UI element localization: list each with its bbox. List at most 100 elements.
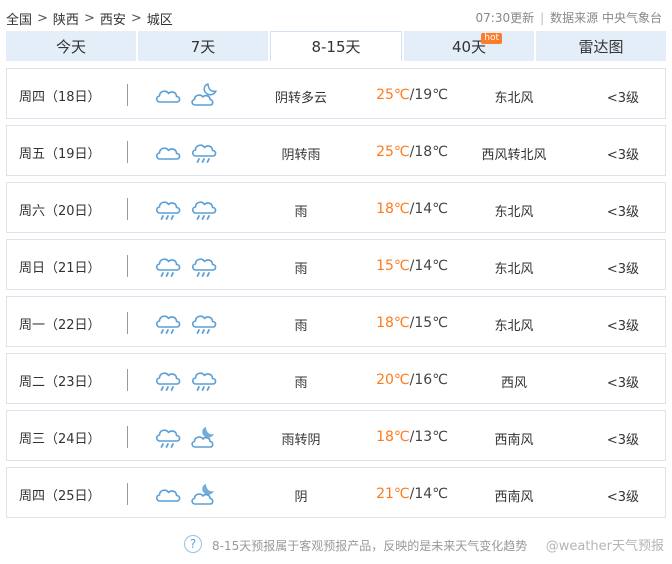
- forecast-day: 周四（25日）: [19, 489, 101, 504]
- weather-icons: [153, 309, 225, 337]
- temperature-range: 21℃/14℃: [357, 486, 467, 502]
- row-divider: [127, 312, 128, 334]
- temp-high: 25: [376, 87, 394, 103]
- weather-condition: 雨: [294, 205, 308, 220]
- rain-icon: [191, 372, 217, 391]
- forecast-note: 8-15天预报属于客观预报产品，反映的是未来天气变化趋势: [212, 539, 528, 553]
- temp-low: 14: [414, 486, 433, 502]
- breadcrumb-separator: >: [83, 11, 95, 26]
- temp-unit: ℃: [393, 429, 410, 445]
- forecast-day: 周六（20日）: [19, 204, 101, 219]
- tab-8-15-days[interactable]: 8-15天: [270, 31, 402, 61]
- temp-unit: ℃: [393, 486, 410, 502]
- top-bar: 全国 > 陕西 > 西安 > 城区 07:30更新 | 数据来源 中央气象台: [6, 6, 662, 29]
- temp-low: 16: [414, 372, 433, 388]
- row-divider: [127, 369, 128, 391]
- breadcrumb-separator: >: [130, 11, 142, 26]
- wind-direction: 东北风: [494, 91, 534, 106]
- cloudy-icon: [155, 147, 181, 160]
- rain-icon: [155, 372, 181, 391]
- temp-unit: ℃: [432, 144, 448, 160]
- temperature-range: 25℃/18℃: [357, 144, 467, 160]
- tab-40-days[interactable]: 40天 hot: [404, 31, 534, 61]
- temperature-range: 18℃/15℃: [357, 315, 467, 331]
- temp-high: 18: [376, 201, 394, 217]
- forecast-row: 周六（20日） 雨 18℃/14℃ 东北风 <3级: [6, 182, 666, 233]
- forecast-day: 周日（21日）: [19, 261, 101, 276]
- tab-7-days[interactable]: 7天: [138, 31, 268, 61]
- temp-low: 15: [414, 315, 433, 331]
- cloudy-icon: [155, 489, 181, 502]
- forecast-day: 周一（22日）: [19, 318, 101, 333]
- breadcrumb-item-province[interactable]: 陕西: [53, 9, 79, 28]
- breadcrumb-item-country[interactable]: 全国: [6, 9, 32, 28]
- weather-condition: 雨: [294, 262, 308, 277]
- source-divider: |: [540, 10, 545, 25]
- row-divider: [127, 426, 128, 448]
- tab-today[interactable]: 今天: [6, 31, 136, 61]
- rain-icon: [191, 144, 217, 163]
- forecast-tabs: 今天 7天 8-15天 40天 hot 雷达图: [6, 31, 666, 61]
- footer: ? 8-15天预报属于客观预报产品，反映的是未来天气变化趋势 @weather天…: [0, 534, 672, 556]
- breadcrumb-item-city[interactable]: 西安: [100, 9, 126, 28]
- temp-high: 15: [376, 258, 394, 274]
- wind-direction: 西风: [500, 376, 527, 391]
- question-icon[interactable]: ?: [184, 535, 202, 553]
- cloudy-icon: [155, 90, 181, 103]
- row-divider: [127, 141, 128, 163]
- temp-low: 13: [414, 429, 433, 445]
- breadcrumb-item-district: 城区: [146, 13, 173, 28]
- tab-radar[interactable]: 雷达图: [536, 31, 666, 61]
- wind-level: <3级: [606, 319, 639, 334]
- forecast-row: 周三（24日） 雨转阴 18℃/13℃ 西南风 <3级: [6, 410, 666, 461]
- breadcrumb: 全国 > 陕西 > 西安 > 城区: [6, 9, 173, 28]
- weather-condition: 阴转多云: [274, 91, 327, 106]
- temp-unit: ℃: [393, 315, 410, 331]
- rain-icon: [155, 201, 181, 220]
- wind-direction: 西风转北风: [481, 148, 547, 163]
- wind-level: <3级: [606, 262, 639, 277]
- rain-icon: [155, 429, 181, 448]
- wind-direction: 东北风: [494, 205, 534, 220]
- temp-unit: ℃: [432, 315, 448, 331]
- weather-icons: [153, 480, 225, 508]
- weather-condition: 雨转阴: [281, 433, 321, 448]
- wind-level: <3级: [606, 205, 639, 220]
- watermark: @weather天气预报: [545, 539, 664, 554]
- weather-icons: [153, 195, 225, 223]
- data-source: 数据来源 中央气象台: [550, 11, 662, 25]
- weather-icons: [153, 423, 225, 451]
- rain-icon: [155, 315, 181, 334]
- update-time: 07:30更新: [475, 11, 535, 25]
- row-divider: [127, 483, 128, 505]
- temp-unit: ℃: [432, 258, 448, 274]
- forecast-row: 周日（21日） 雨 15℃/14℃ 东北风 <3级: [6, 239, 666, 290]
- cloudy-night-icon: [191, 484, 214, 505]
- rain-icon: [191, 258, 217, 277]
- row-divider: [127, 198, 128, 220]
- temp-high: 25: [376, 144, 394, 160]
- weather-icons: [153, 252, 225, 280]
- forecast-row: 周二（23日） 雨 20℃/16℃ 西风 <3级: [6, 353, 666, 404]
- temperature-range: 20℃/16℃: [357, 372, 467, 388]
- hot-badge: hot: [481, 33, 502, 44]
- forecast-row: 周五（19日） 阴转雨 25℃/18℃ 西风转北风 <3级: [6, 125, 666, 176]
- partly-cloudy-night-icon: [191, 83, 217, 106]
- wind-level: <3级: [606, 91, 639, 106]
- weather-condition: 雨: [294, 376, 308, 391]
- temp-unit: ℃: [393, 201, 410, 217]
- temp-high: 20: [376, 372, 394, 388]
- row-divider: [127, 255, 128, 277]
- data-source-info: 07:30更新 | 数据来源 中央气象台: [476, 9, 662, 26]
- tab-label: 8-15天: [311, 38, 361, 56]
- temp-unit: ℃: [432, 486, 448, 502]
- rain-icon: [155, 258, 181, 277]
- temp-unit: ℃: [432, 429, 448, 445]
- temp-low: 18: [414, 144, 433, 160]
- wind-level: <3级: [606, 376, 639, 391]
- forecast-row: 周一（22日） 雨 18℃/15℃ 东北风 <3级: [6, 296, 666, 347]
- forecast-day: 周五（19日）: [19, 147, 101, 162]
- temp-unit: ℃: [432, 372, 448, 388]
- weather-icons: [153, 138, 225, 166]
- temp-unit: ℃: [393, 258, 410, 274]
